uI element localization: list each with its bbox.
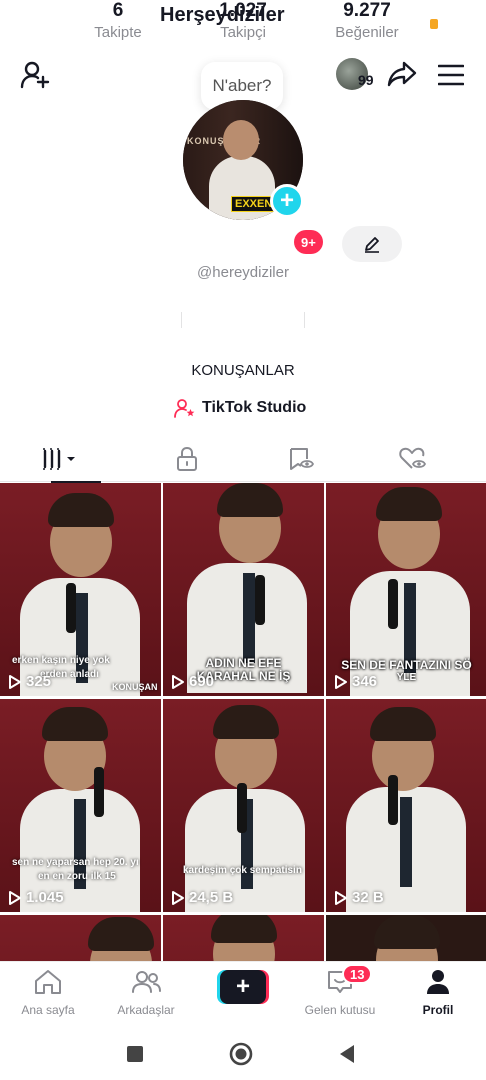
person-star-icon xyxy=(174,399,195,418)
content-tabs xyxy=(0,436,486,483)
videos-tab[interactable] xyxy=(0,436,121,483)
profile-bio: KONUŞANLAR xyxy=(191,362,295,379)
video-thumbnail[interactable]: 32 B xyxy=(326,699,486,912)
video-thumbnail[interactable]: SEN DE FANTAZINI SÖ YLE 346 xyxy=(326,483,486,696)
video-thumbnail[interactable] xyxy=(326,915,486,961)
username: @hereydiziler xyxy=(197,264,289,281)
video-thumbnail[interactable]: erken kaşın niye yok erden anladı KONUŞA… xyxy=(0,483,161,696)
tiktok-studio-link[interactable]: TikTok Studio xyxy=(174,398,306,418)
likes-stat[interactable]: 9.277 Beğeniler xyxy=(307,0,427,41)
grid-columns-icon xyxy=(42,448,75,470)
add-friend-button[interactable] xyxy=(18,58,52,92)
nav-inbox[interactable]: Gelen kutusu xyxy=(290,968,390,1017)
play-icon xyxy=(172,674,184,689)
share-arrow-icon xyxy=(387,61,417,87)
menu-button[interactable] xyxy=(436,60,466,90)
notification-badge[interactable]: 9+ xyxy=(294,230,323,254)
view-count: 1.045 xyxy=(8,889,64,906)
bottom-navigation: Ana sayfa Arkadaşlar + Gelen kutusu 13 P… xyxy=(0,961,486,1027)
play-icon xyxy=(9,890,21,905)
video-thumbnail[interactable] xyxy=(163,915,324,961)
nav-friends[interactable]: Arkadaşlar xyxy=(96,968,196,1017)
play-icon xyxy=(172,890,184,905)
recent-apps-button[interactable] xyxy=(120,1039,150,1069)
video-thumbnail[interactable] xyxy=(0,915,161,961)
followers-stat[interactable]: 1.027 Takipçi xyxy=(183,0,303,41)
video-caption: KONUŞAN xyxy=(112,682,158,692)
home-system-button[interactable] xyxy=(226,1039,256,1069)
view-count: 24,5 B xyxy=(171,889,233,906)
video-thumbnail[interactable]: ADIN NE EFE KARAHAL NE İŞ 690 xyxy=(163,483,324,696)
view-count: 346 xyxy=(334,673,377,690)
view-count: 325 xyxy=(8,673,51,690)
hamburger-menu-icon xyxy=(438,64,464,86)
view-count: 32 B xyxy=(334,889,384,906)
stat-divider xyxy=(304,312,305,328)
private-tab[interactable] xyxy=(126,436,247,482)
plus-icon: + xyxy=(220,970,266,1004)
repost-eye-icon xyxy=(289,448,314,470)
profile-icon xyxy=(427,970,449,994)
liked-tab[interactable] xyxy=(352,436,473,482)
home-icon xyxy=(35,970,61,994)
video-caption: sen ne yaparsan hep 20. yı xyxy=(12,857,139,868)
friends-icon xyxy=(132,971,161,993)
heart-eye-icon xyxy=(398,447,426,469)
create-button[interactable]: + xyxy=(217,970,269,1004)
square-icon xyxy=(127,1046,143,1062)
person-add-icon xyxy=(20,61,50,89)
add-story-button[interactable]: + xyxy=(270,184,304,218)
pencil-icon xyxy=(365,237,379,253)
friends-count: 99 xyxy=(358,72,374,88)
circle-icon xyxy=(229,1042,253,1066)
video-thumbnail[interactable]: kardeşim çok sempatisin 24,5 B xyxy=(163,699,324,912)
video-thumbnail[interactable]: sen ne yaparsan hep 20. yı en en zoru il… xyxy=(0,699,161,912)
inbox-badge: 13 xyxy=(342,964,373,984)
video-caption: kardeşim çok sempatisin xyxy=(183,865,302,876)
view-count: 690 xyxy=(171,673,214,690)
play-icon xyxy=(9,674,21,689)
back-triangle-icon xyxy=(340,1045,354,1063)
edit-profile-button[interactable] xyxy=(342,226,402,262)
play-icon xyxy=(335,674,347,689)
system-navigation xyxy=(0,1027,486,1080)
status-indicator xyxy=(430,19,438,29)
play-icon xyxy=(335,890,347,905)
stat-divider xyxy=(181,312,182,328)
video-caption: erden anladı xyxy=(40,669,99,680)
nav-home[interactable]: Ana sayfa xyxy=(0,968,98,1017)
note-text: N'aber? xyxy=(212,76,272,95)
following-stat[interactable]: 6 Takipte xyxy=(58,0,178,41)
video-caption: erken kaşın niye yok xyxy=(12,655,110,666)
video-grid: erken kaşın niye yok erden anladı KONUŞA… xyxy=(0,483,486,961)
nav-profile[interactable]: Profil xyxy=(388,968,486,1017)
reposts-tab[interactable] xyxy=(240,436,361,482)
studio-label: TikTok Studio xyxy=(202,399,307,416)
share-button[interactable] xyxy=(386,58,418,90)
back-button[interactable] xyxy=(332,1039,362,1069)
lock-icon xyxy=(176,446,197,471)
video-caption: en en zoru ilk 15 xyxy=(38,871,116,882)
